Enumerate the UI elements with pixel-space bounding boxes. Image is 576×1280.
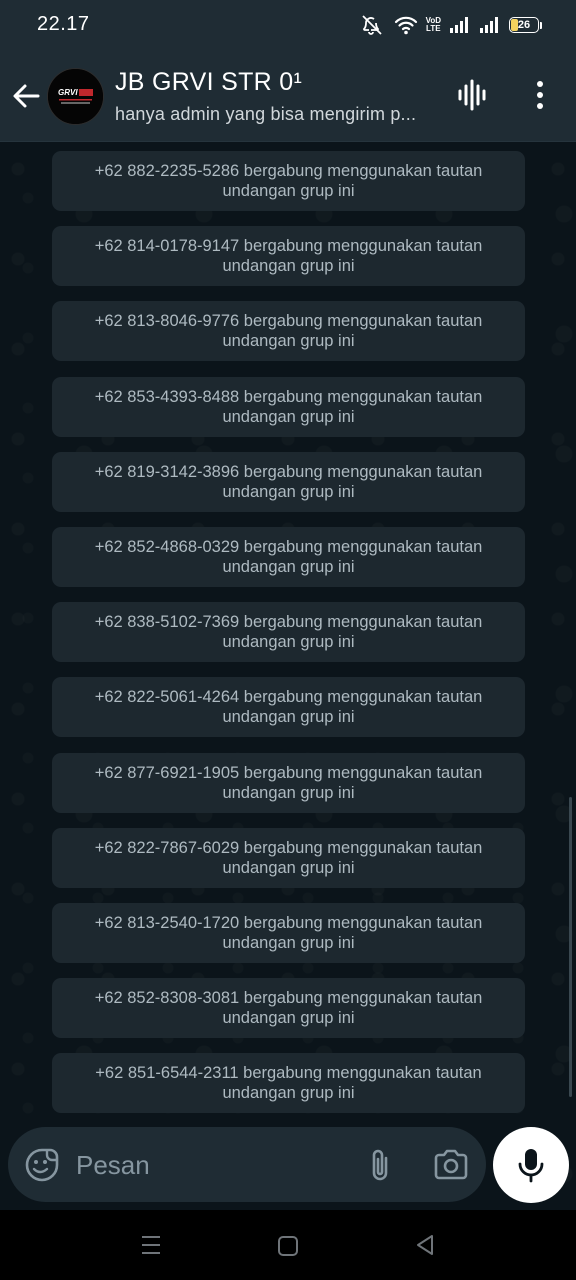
- mic-icon: [518, 1149, 544, 1183]
- voice-chat-icon[interactable]: [456, 78, 490, 112]
- system-message-line2: undangan grup ini: [222, 633, 355, 651]
- system-message: +62 882-2235-5286 bergabung menggunakan …: [52, 151, 525, 211]
- wifi-icon: [394, 15, 418, 35]
- system-message: +62 819-3142-3896 bergabung menggunakan …: [52, 452, 525, 512]
- system-message: +62 853-4393-8488 bergabung menggunakan …: [52, 377, 525, 437]
- system-message-line1: +62 813-2540-1720 bergabung menggunakan …: [94, 914, 483, 932]
- whatsapp-group-chat-screen: 22.17 VoD LTE 26 GRVI JB GRVI STR 0¹ han…: [0, 0, 576, 1280]
- battery-cap: [540, 21, 542, 29]
- system-message-line2: undangan grup ini: [222, 182, 355, 200]
- status-bar: 22.17 VoD LTE 26: [0, 0, 576, 50]
- camera-icon[interactable]: [432, 1147, 470, 1183]
- back-arrow-icon[interactable]: [10, 80, 42, 112]
- attach-icon[interactable]: [362, 1146, 398, 1184]
- status-time: 22.17: [37, 13, 90, 35]
- status-icons: VoD LTE 26: [360, 14, 542, 36]
- emoji-icon[interactable]: [24, 1147, 60, 1183]
- system-message-line2: undangan grup ini: [222, 934, 355, 952]
- group-title[interactable]: JB GRVI STR 0¹: [115, 68, 302, 97]
- mute-icon: [360, 14, 386, 36]
- battery-body: 26: [509, 17, 539, 33]
- system-message: +62 877-6921-1905 bergabung menggunakan …: [52, 753, 525, 813]
- system-message-line2: undangan grup ini: [222, 332, 355, 350]
- message-input[interactable]: [76, 1143, 346, 1187]
- system-nav-bar: [0, 1210, 576, 1280]
- system-message-line2: undangan grup ini: [222, 1084, 355, 1102]
- system-message: +62 813-2540-1720 bergabung menggunakan …: [52, 903, 525, 963]
- svg-text:GRVI: GRVI: [58, 88, 78, 97]
- message-composer: [8, 1127, 486, 1202]
- scrollbar-thumb[interactable]: [569, 797, 572, 1097]
- system-message-line1: +62 819-3142-3896 bergabung menggunakan …: [94, 463, 483, 481]
- system-message: +62 852-8308-3081 bergabung menggunakan …: [52, 978, 525, 1038]
- volte-icon: VoD LTE: [426, 17, 441, 33]
- system-message-line2: undangan grup ini: [222, 558, 355, 576]
- system-message: +62 822-7867-6029 bergabung menggunakan …: [52, 828, 525, 888]
- system-message: +62 838-5102-7369 bergabung menggunakan …: [52, 602, 525, 662]
- system-message-line2: undangan grup ini: [222, 1009, 355, 1027]
- system-message-line2: undangan grup ini: [222, 708, 355, 726]
- system-message-line1: +62 814-0178-9147 bergabung menggunakan …: [94, 237, 483, 255]
- volte-bottom-text: LTE: [426, 24, 441, 33]
- system-message-line2: undangan grup ini: [222, 408, 355, 426]
- system-message-line1: +62 852-8308-3081 bergabung menggunakan …: [94, 989, 483, 1007]
- system-message-line1: +62 813-8046-9776 bergabung menggunakan …: [94, 312, 483, 330]
- signal-icon: [449, 16, 471, 34]
- home-icon[interactable]: [276, 1234, 300, 1258]
- system-message-line2: undangan grup ini: [222, 483, 355, 501]
- signal-icon: [479, 16, 501, 34]
- more-vert-icon[interactable]: [528, 78, 552, 112]
- group-avatar[interactable]: GRVI: [47, 68, 104, 125]
- system-message-line1: +62 882-2235-5286 bergabung menggunakan …: [94, 162, 483, 180]
- system-message: +62 814-0178-9147 bergabung menggunakan …: [52, 226, 525, 286]
- system-message: +62 851-6544-2311 bergabung menggunakan …: [52, 1053, 525, 1113]
- battery-icon: 26: [509, 17, 542, 33]
- system-message-line2: undangan grup ini: [222, 257, 355, 275]
- system-message-line2: undangan grup ini: [222, 784, 355, 802]
- chat-header: GRVI JB GRVI STR 0¹ hanya admin yang bis…: [0, 50, 576, 142]
- system-message: +62 822-5061-4264 bergabung menggunakan …: [52, 677, 525, 737]
- back-icon[interactable]: [412, 1232, 438, 1258]
- system-message-line1: +62 838-5102-7369 bergabung menggunakan …: [94, 613, 483, 631]
- system-message-line1: +62 851-6544-2311 bergabung menggunakan …: [95, 1064, 482, 1082]
- chat-messages-area[interactable]: +62 882-2235-5286 bergabung menggunakan …: [0, 142, 576, 1210]
- system-message: +62 813-8046-9776 bergabung menggunakan …: [52, 301, 525, 361]
- system-message: +62 852-4868-0329 bergabung menggunakan …: [52, 527, 525, 587]
- system-message-line1: +62 822-7867-6029 bergabung menggunakan …: [94, 839, 483, 857]
- system-message-line1: +62 822-5061-4264 bergabung menggunakan …: [94, 688, 483, 706]
- system-message-line1: +62 853-4393-8488 bergabung menggunakan …: [94, 388, 483, 406]
- battery-level: 26: [517, 19, 531, 31]
- system-message-line1: +62 852-4868-0329 bergabung menggunakan …: [94, 538, 483, 556]
- system-message-line1: +62 877-6921-1905 bergabung menggunakan …: [94, 764, 483, 782]
- system-message-line2: undangan grup ini: [222, 859, 355, 877]
- recent-apps-icon[interactable]: [138, 1233, 164, 1257]
- group-subtitle[interactable]: hanya admin yang bisa mengirim p...: [115, 104, 435, 125]
- mic-button[interactable]: [493, 1127, 569, 1203]
